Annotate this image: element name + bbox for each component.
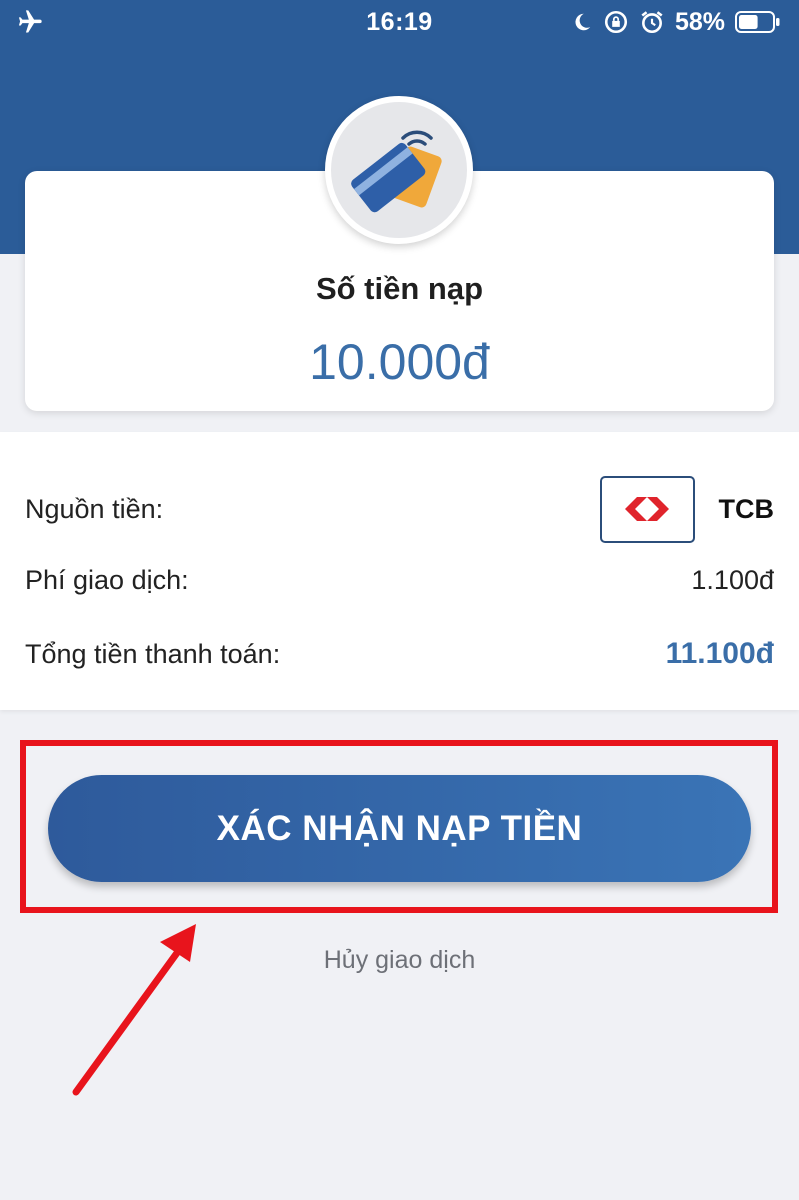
amount-label: Số tiền nạp <box>315 271 484 306</box>
total-row: Tổng tiền thanh toán: 11.100đ <box>25 630 774 678</box>
source-row[interactable]: Nguồn tiền: TCB <box>25 474 774 544</box>
moon-icon <box>571 11 593 33</box>
confirm-topup-button[interactable]: XÁC NHẬN NẠP TIỀN <box>48 775 751 882</box>
rotation-lock-icon <box>603 9 629 35</box>
amount-value: 10.000đ <box>309 334 490 390</box>
cancel-transaction-link[interactable]: Hủy giao dịch <box>0 946 799 975</box>
fee-value: 1.100đ <box>691 564 774 595</box>
total-value: 11.100đ <box>665 637 774 670</box>
techcombank-logo-icon <box>599 475 695 543</box>
wallet-cards-icon <box>325 96 473 244</box>
source-bank: TCB <box>718 493 775 524</box>
fee-label: Phí giao dịch: <box>25 564 189 595</box>
transaction-details: Nguồn tiền: TCB Phí giao dịch: 1.100đ Tổ… <box>0 432 799 710</box>
source-label: Nguồn tiền: <box>25 493 164 524</box>
alarm-icon <box>639 9 665 35</box>
battery-icon <box>735 10 781 34</box>
battery-percent: 58% <box>674 7 725 36</box>
fee-row: Phí giao dịch: 1.100đ <box>25 556 774 604</box>
total-label: Tổng tiền thanh toán: <box>25 638 281 669</box>
status-bar: 16:19 58% <box>0 0 799 46</box>
